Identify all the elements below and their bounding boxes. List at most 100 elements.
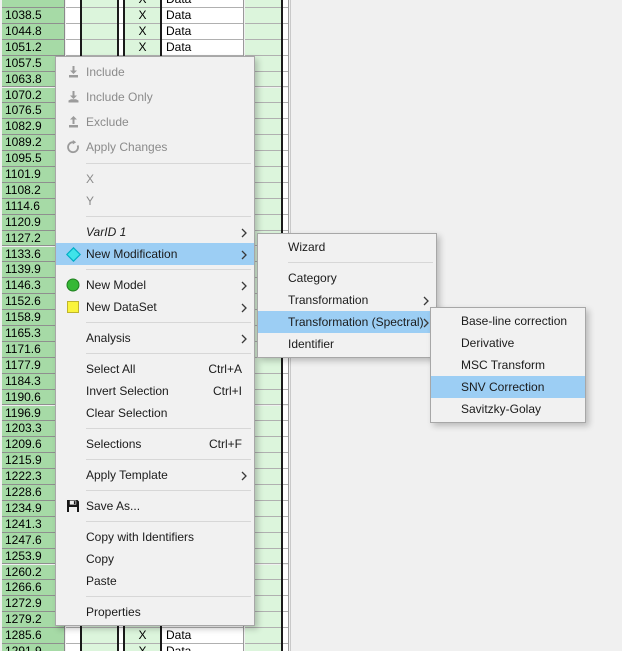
cell [283, 549, 288, 565]
menu-item-wizard[interactable]: Wizard [258, 236, 436, 258]
cell[interactable] [82, 24, 117, 40]
wavenumber-cell[interactable]: 1291.9 [2, 644, 64, 651]
wavenumber-cell[interactable]: 1285.6 [2, 628, 64, 644]
cell[interactable] [66, 644, 80, 651]
menu-item-clear-selection[interactable]: Clear Selection [56, 402, 254, 424]
cell[interactable] [82, 8, 117, 24]
menu-item-label: Wizard [288, 240, 325, 254]
menu-item-paste[interactable]: Paste [56, 570, 254, 592]
menu-item-snv-correction[interactable]: SNV Correction [431, 376, 585, 398]
cell [283, 0, 288, 8]
menu-separator [86, 428, 251, 429]
context-menu: Include Include Only Exclude Apply Changes X… [55, 56, 255, 626]
menu-item-transformation-spectral[interactable]: Transformation (Spectral) [258, 311, 436, 333]
menu-item-apply-changes[interactable]: Apply Changes [56, 134, 254, 159]
menu-item-identifier[interactable]: Identifier [258, 333, 436, 355]
cell[interactable] [245, 644, 281, 651]
cell[interactable] [245, 0, 281, 8]
cell [283, 119, 288, 135]
menu-item-include[interactable]: Include [56, 59, 254, 84]
chevron-right-icon [241, 280, 247, 290]
x-cell[interactable]: X [125, 24, 160, 40]
menu-item-properties[interactable]: Properties [56, 601, 254, 623]
cell[interactable] [66, 628, 80, 644]
menu-item-base-line-correction[interactable]: Base-line correction [431, 310, 585, 332]
menu-item-label: VarID 1 [86, 225, 126, 239]
data-type-cell[interactable]: Data [162, 644, 243, 651]
x-cell[interactable]: X [125, 628, 160, 644]
menu-item-label: Savitzky-Golay [461, 402, 541, 416]
menu-item-selections[interactable]: SelectionsCtrl+F [56, 433, 254, 455]
cell[interactable] [82, 628, 117, 644]
wavenumber-cell[interactable]: 1044.8 [2, 24, 64, 40]
cell[interactable] [66, 24, 80, 40]
data-type-cell[interactable]: Data [162, 24, 243, 40]
cell[interactable] [66, 40, 80, 56]
menu-item-copy[interactable]: Copy [56, 548, 254, 570]
cell[interactable] [66, 0, 80, 8]
data-type-cell[interactable]: Data [162, 8, 243, 24]
menu-item-save-as[interactable]: Save As... [56, 495, 254, 517]
x-cell[interactable]: X [125, 40, 160, 56]
data-type-cell[interactable]: Data [162, 628, 243, 644]
menu-item-label: Exclude [86, 115, 129, 129]
menu-item-x[interactable]: X [56, 168, 254, 190]
cell [283, 151, 288, 167]
menu-item-analysis[interactable]: Analysis [56, 327, 254, 349]
x-cell[interactable]: X [125, 644, 160, 651]
wavenumber-cell[interactable]: 1051.2 [2, 40, 64, 56]
menu-item-exclude[interactable]: Exclude [56, 109, 254, 134]
wavenumber-cell[interactable] [2, 0, 64, 8]
menu-item-new-model[interactable]: New Model [56, 274, 254, 296]
chevron-right-icon [241, 249, 247, 259]
menu-item-label: Include Only [86, 90, 153, 104]
menu-item-derivative[interactable]: Derivative [431, 332, 585, 354]
cell [283, 612, 288, 628]
menu-item-transformation[interactable]: Transformation [258, 289, 436, 311]
cell [283, 40, 288, 56]
menu-item-copy-with-identifiers[interactable]: Copy with Identifiers [56, 526, 254, 548]
submenu-new-modification: Wizard CategoryTransformationTransformati… [257, 233, 437, 358]
menu-item-savitzky-golay[interactable]: Savitzky-Golay [431, 398, 585, 420]
menu-item-label: Copy with Identifiers [86, 530, 194, 544]
x-cell[interactable]: X [125, 0, 160, 8]
cell[interactable] [245, 40, 281, 56]
menu-item-invert-selection[interactable]: Invert SelectionCtrl+I [56, 380, 254, 402]
cell [283, 628, 288, 644]
menu-item-include-only[interactable]: Include Only [56, 84, 254, 109]
menu-item-label: Properties [86, 605, 141, 619]
menu-item-varid-1[interactable]: VarID 1 [56, 221, 254, 243]
menu-item-msc-transform[interactable]: MSC Transform [431, 354, 585, 376]
table-row: XData [0, 0, 292, 8]
cell[interactable] [66, 8, 80, 24]
cell [283, 24, 288, 40]
cell [283, 437, 288, 453]
cell[interactable] [245, 24, 281, 40]
menu-item-select-all[interactable]: Select AllCtrl+A [56, 358, 254, 380]
data-type-cell[interactable]: Data [162, 40, 243, 56]
menu-item-label: Clear Selection [86, 406, 167, 420]
data-type-cell[interactable]: Data [162, 0, 243, 8]
cell[interactable] [82, 0, 117, 8]
submenu-transformation-spectral: Base-line correctionDerivativeMSC Transf… [430, 307, 586, 423]
cell[interactable] [82, 40, 117, 56]
cell[interactable] [245, 8, 281, 24]
cell[interactable] [82, 644, 117, 651]
x-cell[interactable]: X [125, 8, 160, 24]
menu-separator [86, 322, 251, 323]
wavenumber-cell[interactable]: 1038.5 [2, 8, 64, 24]
cell [119, 24, 123, 40]
cell[interactable] [245, 628, 281, 644]
menu-item-new-dataset[interactable]: New DataSet [56, 296, 254, 318]
menu-item-new-modification[interactable]: New Modification [56, 243, 254, 265]
menu-item-category[interactable]: Category [258, 267, 436, 289]
include-only-icon [60, 90, 86, 103]
menu-item-apply-template[interactable]: Apply Template [56, 464, 254, 486]
menu-item-label: New Model [86, 278, 146, 292]
menu-item-label: New DataSet [86, 300, 157, 314]
menu-item-y[interactable]: Y [56, 190, 254, 212]
app-screen: XData1038.5XData1044.8XData1051.2XData10… [0, 0, 622, 651]
chevron-right-icon [241, 302, 247, 312]
menu-item-label: New Modification [86, 247, 177, 261]
cell [283, 215, 288, 231]
